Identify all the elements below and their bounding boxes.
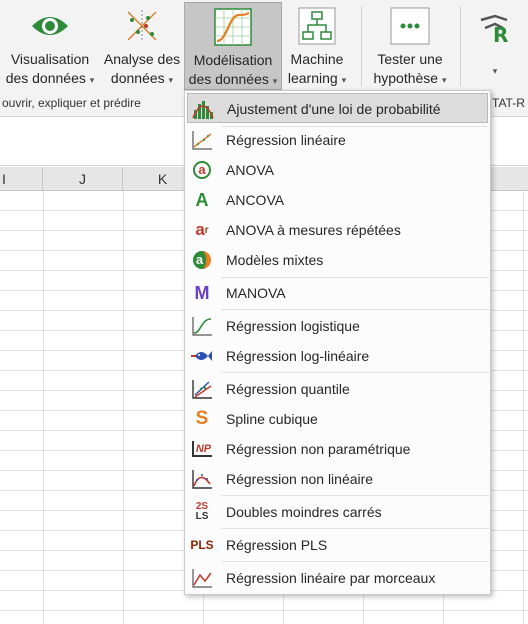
data-visualization-label-2: des données xyxy=(5,70,86,86)
chevron-down-icon: ▾ xyxy=(441,75,447,85)
menu-item-piecewise-linear-regression[interactable]: Régression linéaire par morceaux xyxy=(187,563,488,593)
data-modeling-label-1: Modélisation xyxy=(193,52,273,68)
two-stage-least-squares-icon: 2S LS xyxy=(195,501,209,522)
menu-item-label: Doubles moindres carrés xyxy=(226,504,382,520)
eye-icon xyxy=(32,17,68,35)
data-visualization-button[interactable]: Visualisation des données ▾ xyxy=(2,2,98,90)
ribbon-separator xyxy=(460,6,461,86)
chevron-down-icon: ▾ xyxy=(272,76,278,86)
svg-text:R: R xyxy=(493,23,508,46)
nonlinear-regression-icon xyxy=(191,468,213,490)
menu-item-distribution-fitting[interactable]: Ajustement d'une loi de probabilité xyxy=(187,93,488,123)
data-analysis-button[interactable]: Analyse des données ▾ xyxy=(100,2,184,90)
menu-item-label: Spline cubique xyxy=(226,411,318,427)
menu-item-mixed-models[interactable]: a Modèles mixtes xyxy=(187,245,488,275)
menu-item-repeated-measures-anova[interactable]: ar ANOVA à mesures répétées xyxy=(187,215,488,245)
linear-regression-icon xyxy=(191,129,213,151)
menu-item-linear-regression[interactable]: Régression linéaire xyxy=(187,125,488,155)
menu-item-label: Régression log-linéaire xyxy=(226,348,370,364)
menu-item-label: MANOVA xyxy=(226,285,286,301)
modeling-dropdown-menu: Ajustement d'une loi de probabilité Régr… xyxy=(184,90,491,595)
column-header-i[interactable]: I xyxy=(0,167,43,191)
nonparametric-regression-icon: NP xyxy=(191,438,213,460)
menu-separator xyxy=(221,528,489,529)
menu-item-quantile-regression[interactable]: Régression quantile xyxy=(187,374,488,404)
log-linear-fish-icon xyxy=(191,345,213,367)
menu-item-pls-regression[interactable]: PLS Régression PLS xyxy=(187,530,488,560)
distribution-fit-icon xyxy=(192,98,214,120)
menu-item-nonlinear-regression[interactable]: Régression non linéaire xyxy=(187,464,488,494)
ribbon-separator xyxy=(361,6,362,86)
anova-icon: a xyxy=(191,159,213,181)
xlstat-r-button[interactable]: R ▾ xyxy=(466,2,524,90)
menu-item-nonparametric-regression[interactable]: NP Régression non paramétrique xyxy=(187,434,488,464)
mixed-models-icon: a xyxy=(191,249,213,271)
data-modeling-label-2: des données xyxy=(188,71,269,87)
menu-item-label: Modèles mixtes xyxy=(226,252,324,268)
menu-separator xyxy=(221,309,489,310)
pls-regression-icon: PLS xyxy=(190,538,214,552)
menu-item-label: Régression logistique xyxy=(226,318,360,334)
hypothesis-test-button[interactable]: Tester une hypothèse ▾ xyxy=(365,2,455,90)
machine-learning-button[interactable]: Machine learning ▾ xyxy=(283,2,351,90)
menu-item-label: Régression non linéaire xyxy=(226,471,374,487)
hypothesis-dots-icon xyxy=(390,7,430,45)
r-logo-icon: R xyxy=(480,14,508,46)
column-header-j[interactable]: J xyxy=(43,167,123,191)
menu-item-log-linear-regression[interactable]: Régression log-linéaire xyxy=(187,341,488,371)
menu-item-logistic-regression[interactable]: Régression logistique xyxy=(187,311,488,341)
menu-item-label: ANOVA xyxy=(226,162,274,178)
scatter-analysis-icon xyxy=(127,10,157,42)
menu-item-label: Régression quantile xyxy=(226,381,350,397)
chevron-down-icon: ▾ xyxy=(168,75,174,85)
hypothesis-test-label-1: Tester une xyxy=(377,51,443,67)
piecewise-regression-icon xyxy=(191,567,213,589)
ancova-icon: A xyxy=(195,189,209,210)
hypothesis-test-label-2: hypothèse xyxy=(373,70,439,86)
logistic-regression-icon xyxy=(191,315,213,337)
chevron-down-icon: ▾ xyxy=(492,66,498,76)
ribbon-right-group-label: TAT-R xyxy=(492,96,525,110)
ribbon-group-label: ouvrir, expliquer et prédire xyxy=(2,96,141,110)
menu-separator xyxy=(221,495,489,496)
menu-item-anova[interactable]: a ANOVA xyxy=(187,155,488,185)
menu-item-label: Régression non paramétrique xyxy=(226,441,411,457)
machine-learning-label-2: learning xyxy=(287,70,338,86)
data-modeling-button[interactable]: Modélisation des données ▾ xyxy=(184,2,282,90)
menu-item-label: ANCOVA xyxy=(226,192,285,208)
data-analysis-label-1: Analyse des xyxy=(103,51,181,67)
menu-item-two-stage-least-squares[interactable]: 2S LS Doubles moindres carrés xyxy=(187,497,488,527)
quantile-regression-icon xyxy=(191,378,213,400)
menu-item-label: Régression PLS xyxy=(226,537,328,553)
menu-item-cubic-spline[interactable]: S Spline cubique xyxy=(187,404,488,434)
menu-item-ancova[interactable]: A ANCOVA xyxy=(187,185,488,215)
machine-learning-label-1: Machine xyxy=(290,51,344,67)
cubic-spline-icon: S xyxy=(195,408,209,429)
menu-item-label: Régression linéaire xyxy=(226,132,346,148)
menu-item-label: Ajustement d'une loi de probabilité xyxy=(227,101,441,117)
menu-item-label: Régression linéaire par morceaux xyxy=(226,570,436,586)
menu-separator xyxy=(221,372,489,373)
repeated-measures-anova-icon: ar xyxy=(195,220,209,239)
menu-item-manova[interactable]: M MANOVA xyxy=(187,278,488,308)
chevron-down-icon: ▾ xyxy=(341,75,347,85)
model-curve-icon xyxy=(214,8,252,46)
chevron-down-icon: ▾ xyxy=(89,75,95,85)
network-tree-icon xyxy=(298,7,336,45)
data-visualization-label-1: Visualisation xyxy=(10,51,90,67)
menu-item-label: ANOVA à mesures répétées xyxy=(226,222,401,238)
manova-icon: M xyxy=(194,282,210,303)
data-analysis-label-2: données xyxy=(110,70,165,86)
menu-separator xyxy=(221,561,489,562)
